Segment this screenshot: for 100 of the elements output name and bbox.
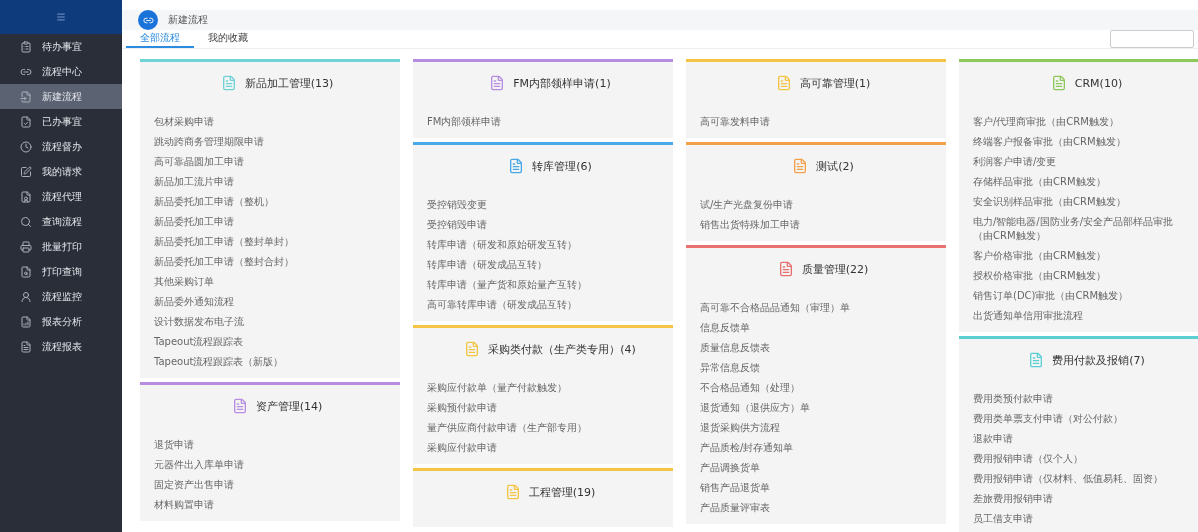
process-link[interactable]: 转库申请（研发和原始研发互转） <box>427 235 673 255</box>
process-link[interactable]: 采购应付款单（量产付款触发） <box>427 378 673 398</box>
sidebar-item[interactable]: 新建流程 <box>0 84 122 109</box>
process-link[interactable]: 客户/代理商审批（由CRM触发） <box>973 112 1198 132</box>
sidebar-item[interactable]: 流程中心 <box>0 59 122 84</box>
process-link[interactable]: 利润客户申请/变更 <box>973 152 1198 172</box>
process-link[interactable]: Tapeout流程跟踪表（新版） <box>154 352 400 372</box>
sidebar-item[interactable]: 流程报表 <box>0 334 122 359</box>
process-link[interactable]: 费用类单票支付申请（对公付款） <box>973 409 1198 429</box>
process-link[interactable]: 信息反馈单 <box>700 318 946 338</box>
process-link[interactable]: 存储样品审批（由CRM触发） <box>973 172 1198 192</box>
process-link[interactable]: 新品委外通知流程 <box>154 292 400 312</box>
tab[interactable]: 全部流程 <box>126 30 194 48</box>
document-icon <box>1028 352 1045 368</box>
process-link[interactable]: 跳动跨商务管理期限申请 <box>154 132 400 152</box>
sidebar-item[interactable]: 批量打印 <box>0 234 122 259</box>
process-link[interactable]: 质量信息反馈表 <box>700 338 946 358</box>
process-link[interactable]: 固定资产出售申请 <box>154 475 400 495</box>
document-icon <box>792 158 809 174</box>
process-link[interactable]: 试/生产光盘复份申请 <box>700 195 946 215</box>
card-title: 质量管理(22) <box>801 261 869 277</box>
card-title: FM内部领样申请(1) <box>513 75 611 91</box>
sidebar-item[interactable]: 已办事宜 <box>0 109 122 134</box>
user-icon <box>20 290 32 303</box>
menu-icon[interactable] <box>56 12 66 22</box>
process-link[interactable]: 终端客户报备审批（由CRM触发） <box>973 132 1198 152</box>
process-link[interactable]: 新品委托加工申请（整封单封） <box>154 232 400 252</box>
process-link[interactable]: 转库申请（量产货和原始量产互转） <box>427 275 673 295</box>
sidebar-item[interactable]: 待办事宜 <box>0 34 122 59</box>
card-title: 新品加工管理(13) <box>244 75 334 91</box>
process-link[interactable]: 新品委托加工申请 <box>154 212 400 232</box>
process-link[interactable]: 产品调换货单 <box>700 458 946 478</box>
process-link[interactable]: 新品委托加工申请（整机） <box>154 192 400 212</box>
process-link[interactable]: 受控销毁变更 <box>427 195 673 215</box>
process-link[interactable]: 退款申请 <box>973 429 1198 449</box>
card-title: 费用付款及报销(7) <box>1052 352 1145 368</box>
process-link[interactable]: 费用类预付款申请 <box>973 389 1198 409</box>
process-link[interactable]: 量产供应商付款申请（生产部专用） <box>427 418 673 438</box>
document-icon <box>231 398 248 414</box>
process-link[interactable]: 设计数据发布电子流 <box>154 312 400 332</box>
process-link[interactable]: 产品质量评审表 <box>700 498 946 518</box>
process-link[interactable]: 退货通知（退供应方）单 <box>700 398 946 418</box>
document-icon <box>777 261 794 277</box>
process-link[interactable]: 费用报销申请（仅材料、低值易耗、固资） <box>973 469 1198 489</box>
document-icon <box>464 341 481 357</box>
document-icon <box>508 158 525 174</box>
process-link[interactable]: 退货采购供方流程 <box>700 418 946 438</box>
process-link[interactable]: 高可靠晶圆加工申请 <box>154 152 400 172</box>
process-link[interactable]: 新品加工流片申请 <box>154 172 400 192</box>
process-link[interactable]: 授权价格审批（由CRM触发） <box>973 266 1198 286</box>
process-link[interactable]: Tapeout流程跟踪表 <box>154 332 400 352</box>
process-link[interactable]: 产品质检/封存通知单 <box>700 438 946 458</box>
sidebar-item[interactable]: 打印查询 <box>0 259 122 284</box>
file-icon <box>20 115 32 128</box>
card-title: 测试(2) <box>816 158 854 174</box>
process-link[interactable]: 安全识别样品审批（由CRM触发） <box>973 192 1198 212</box>
process-link[interactable]: 差旅费用报销申请 <box>973 489 1198 509</box>
process-link[interactable]: 销售产品退货单 <box>700 478 946 498</box>
tab[interactable]: 我的收藏 <box>194 30 262 48</box>
process-link[interactable]: 采购预付款申请 <box>427 398 673 418</box>
process-link[interactable]: 销售订单(DC)审批（由CRM触发） <box>973 286 1198 306</box>
card-title: 高可靠管理(1) <box>799 75 871 91</box>
clipboard-icon <box>20 40 32 53</box>
process-link[interactable]: 采购应付款申请 <box>427 438 673 458</box>
sidebar-item[interactable]: 流程督办 <box>0 134 122 159</box>
process-link[interactable]: 包材采购申请 <box>154 112 400 132</box>
edit-icon <box>20 165 32 178</box>
process-link[interactable]: 高可靠转库申请（研发成品互转） <box>427 295 673 315</box>
card-title: 转库管理(6) <box>532 158 592 174</box>
process-link[interactable]: FM内部领样申请 <box>427 112 673 132</box>
document-icon <box>504 484 521 500</box>
process-link[interactable]: 转库申请（研发成品互转） <box>427 255 673 275</box>
process-link[interactable]: 高可靠不合格品品通知（审理）单 <box>700 298 946 318</box>
sidebar-item[interactable]: 报表分析 <box>0 309 122 334</box>
process-link[interactable]: 材料购置申请 <box>154 495 400 515</box>
process-link[interactable]: 费用报销申请（仅个人） <box>973 449 1198 469</box>
process-link[interactable]: 出货通知单信用审批流程 <box>973 306 1198 326</box>
sidebar-item[interactable]: 查询流程 <box>0 209 122 234</box>
process-link[interactable]: 高可靠发料申请 <box>700 112 946 132</box>
process-link[interactable]: 元器件出入库单申请 <box>154 455 400 475</box>
document-icon <box>489 75 506 91</box>
file-icon <box>20 190 32 203</box>
document-icon <box>775 75 792 91</box>
printer-icon <box>20 240 32 253</box>
search-field[interactable] <box>1110 30 1194 48</box>
process-link[interactable]: 异常信息反馈 <box>700 358 946 378</box>
sidebar-item[interactable]: 我的请求 <box>0 159 122 184</box>
file-icon <box>20 90 32 103</box>
process-link[interactable]: 受控销毁申请 <box>427 215 673 235</box>
process-link[interactable]: 员工借支申请 <box>973 509 1198 529</box>
process-link[interactable]: 电力/智能电器/国防业务/安全产品部样品审批（由CRM触发） <box>973 212 1198 246</box>
process-link[interactable]: 销售出货特殊加工申请 <box>700 215 946 235</box>
process-link[interactable]: 退货申请 <box>154 435 400 455</box>
process-link[interactable]: 不合格品通知（处理） <box>700 378 946 398</box>
process-link[interactable]: 客户价格审批（由CRM触发） <box>973 246 1198 266</box>
sidebar-item[interactable]: 流程代理 <box>0 184 122 209</box>
card-title: CRM(10) <box>1074 76 1123 90</box>
process-link[interactable]: 新品委托加工申请（整封合封） <box>154 252 400 272</box>
process-link[interactable]: 其他采购订单 <box>154 272 400 292</box>
sidebar-item[interactable]: 流程监控 <box>0 284 122 309</box>
